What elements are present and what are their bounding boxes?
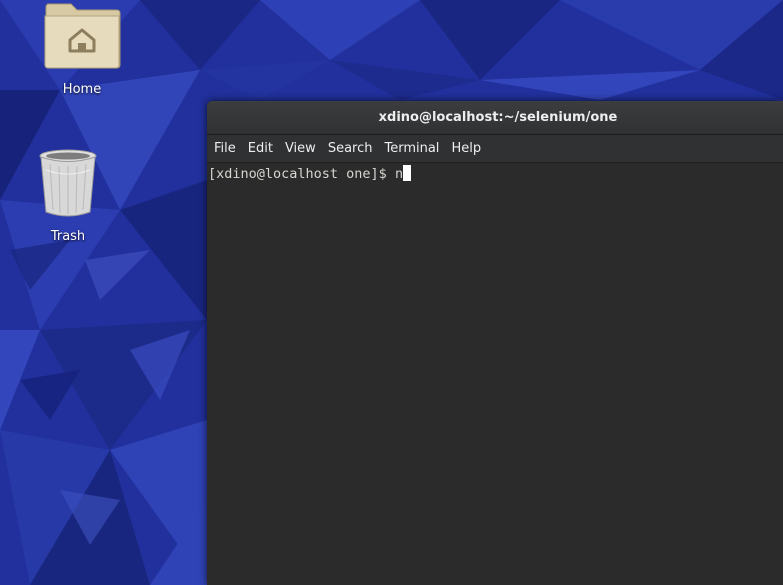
menu-terminal[interactable]: Terminal: [378, 135, 445, 162]
desktop-icon-label: Home: [62, 82, 102, 97]
desktop: Home Trash xdino@localhost:~/selenium/on…: [0, 0, 783, 585]
window-titlebar[interactable]: xdino@localhost:~/selenium/one: [207, 101, 783, 135]
menu-bar: File Edit View Search Terminal Help: [207, 135, 783, 163]
text-cursor: [403, 165, 412, 181]
desktop-icon-trash[interactable]: Trash: [18, 148, 118, 244]
menu-search[interactable]: Search: [322, 135, 379, 162]
terminal-window[interactable]: xdino@localhost:~/selenium/one File Edit…: [207, 101, 783, 585]
home-folder-icon: [44, 3, 121, 69]
menu-file[interactable]: File: [208, 135, 242, 162]
shell-prompt: [xdino@localhost one]$: [208, 166, 395, 182]
command-input[interactable]: n: [395, 166, 403, 182]
window-title: xdino@localhost:~/selenium/one: [378, 110, 618, 125]
terminal-output[interactable]: [xdino@localhost one]$ n: [207, 163, 783, 585]
menu-edit[interactable]: Edit: [242, 135, 279, 162]
menu-view[interactable]: View: [279, 135, 322, 162]
menu-help[interactable]: Help: [445, 135, 487, 162]
desktop-icon-home[interactable]: Home: [32, 0, 132, 97]
trash-icon: [39, 149, 97, 217]
desktop-icon-label: Trash: [50, 229, 86, 244]
